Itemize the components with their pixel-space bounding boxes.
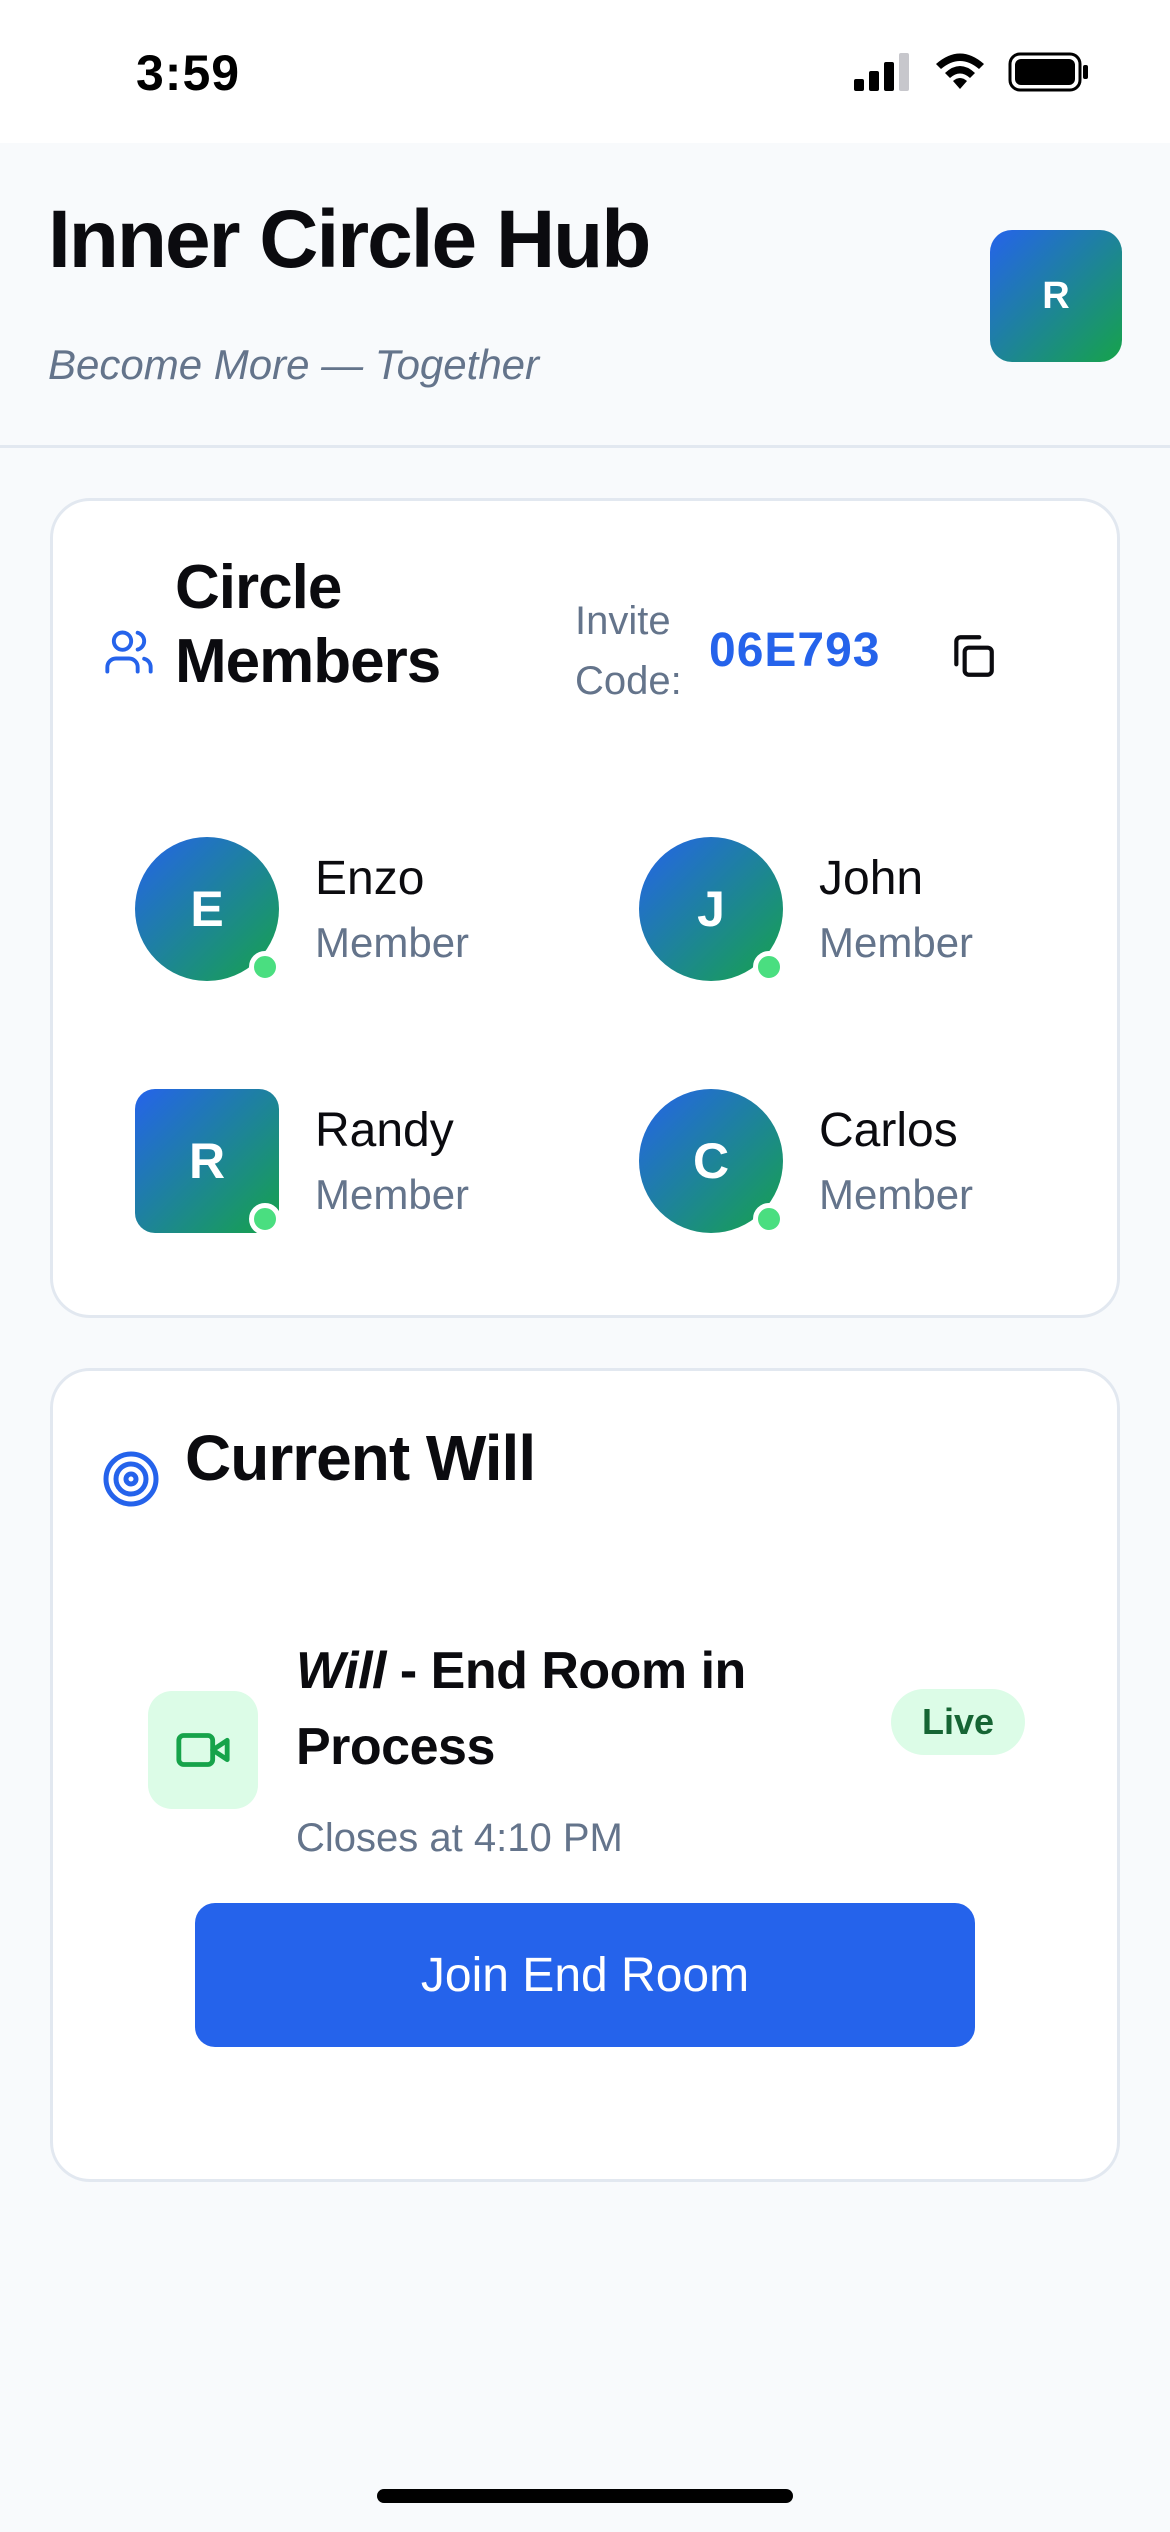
video-icon-box xyxy=(148,1691,258,1809)
closes-at-text: Closes at 4:10 PM xyxy=(296,1816,623,1860)
invite-code-label: Invite Code: xyxy=(575,599,682,703)
member-name: Carlos xyxy=(819,1104,958,1157)
status-time: 3:59 xyxy=(136,45,241,101)
member-role: Member xyxy=(315,1171,470,1218)
circle-members-card: Circle Members Invite Code: 06E793 E Enz… xyxy=(50,498,1120,1318)
join-end-room-button[interactable]: Join End Room xyxy=(195,1903,975,2047)
online-status-dot xyxy=(249,1203,281,1235)
invite-code-value[interactable]: 06E793 xyxy=(709,623,881,678)
users-icon xyxy=(105,630,153,674)
will-status-text: Will - End Room in Process xyxy=(296,1633,856,1785)
home-indicator[interactable] xyxy=(377,2489,793,2503)
current-will-card: Current Will Will - End Room in Process … xyxy=(50,1368,1120,2182)
battery-icon xyxy=(1008,52,1088,92)
member-item-enzo[interactable]: E Enzo Member xyxy=(135,837,575,987)
avatar-initial: J xyxy=(697,881,725,937)
member-item-carlos[interactable]: C Carlos Member xyxy=(639,1089,1079,1239)
member-item-randy[interactable]: R Randy Member xyxy=(135,1089,575,1239)
member-role: Member xyxy=(315,919,470,966)
online-status-dot xyxy=(753,951,785,983)
member-role: Member xyxy=(819,1171,974,1218)
wifi-icon xyxy=(936,53,984,89)
member-name: John xyxy=(819,852,924,905)
status-icons xyxy=(854,52,1090,92)
profile-initial: R xyxy=(1042,274,1070,317)
copy-invite-code-button[interactable] xyxy=(938,621,1008,691)
member-name: Enzo xyxy=(315,852,425,905)
copy-icon xyxy=(954,635,994,677)
member-role: Member xyxy=(819,919,974,966)
circle-members-title: Circle Members xyxy=(175,553,441,696)
current-will-title: Current Will xyxy=(185,1422,536,1494)
online-status-dot xyxy=(249,951,281,983)
live-status-badge: Live xyxy=(891,1689,1025,1755)
status-bar: 3:59 xyxy=(0,0,1170,143)
profile-avatar-button[interactable]: R xyxy=(990,230,1122,362)
video-camera-icon xyxy=(176,1733,230,1767)
avatar-initial: E xyxy=(190,881,224,937)
target-icon xyxy=(103,1451,159,1507)
member-item-john[interactable]: J John Member xyxy=(639,837,1079,987)
avatar-initial: R xyxy=(188,1133,226,1189)
cellular-signal-icon xyxy=(854,53,909,91)
app-header: Inner Circle Hub Become More — Together … xyxy=(0,143,1170,448)
member-name: Randy xyxy=(315,1104,454,1157)
app-tagline: Become More — Together xyxy=(48,341,540,388)
will-status-emphasis: Will xyxy=(296,1642,386,1700)
avatar-initial: C xyxy=(692,1133,730,1189)
online-status-dot xyxy=(753,1203,785,1235)
app-title: Inner Circle Hub xyxy=(48,194,651,285)
